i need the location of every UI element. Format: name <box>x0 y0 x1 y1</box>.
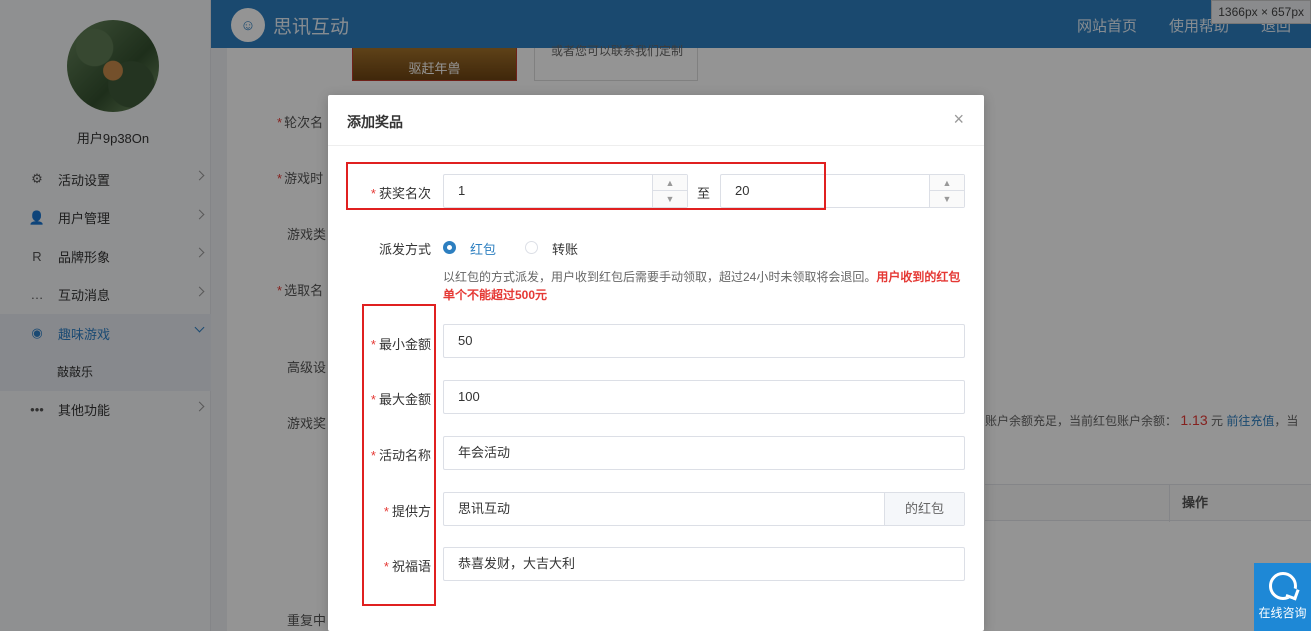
min-amount-input[interactable]: 50 <box>443 324 965 358</box>
consult-label: 在线咨询 <box>1258 606 1307 620</box>
dialog-title: 添加奖品 <box>328 95 984 146</box>
blessing-input[interactable]: 恭喜发财，大吉大利 <box>443 547 965 581</box>
highlight-rank-box <box>346 162 826 210</box>
close-icon[interactable]: × <box>953 109 964 130</box>
radio-redpacket-label[interactable]: 红包 <box>470 239 496 258</box>
provider-input[interactable]: 思讯互动 的红包 <box>443 492 965 526</box>
online-consult-button[interactable]: 在线咨询 <box>1254 563 1311 631</box>
rank-to-stepper[interactable]: ▲ ▼ <box>929 175 964 207</box>
radio-transfer-label[interactable]: 转账 <box>552 239 578 258</box>
method-hint: 以红包的方式派发，用户收到红包后需要手动领取，超过24小时未领取将会退回。用户收… <box>443 270 961 302</box>
provider-suffix: 的红包 <box>884 493 964 525</box>
activity-name-input[interactable]: 年会活动 <box>443 436 965 470</box>
method-label: 派发方式 <box>378 242 431 257</box>
max-amount-input[interactable]: 100 <box>443 380 965 414</box>
radio-redpacket[interactable] <box>443 241 456 254</box>
radio-transfer[interactable] <box>525 241 538 254</box>
highlight-labels-box <box>362 304 436 606</box>
add-prize-dialog: 添加奖品 × * 获奖名次 1 ▲ ▼ 至 20 ▲ ▼ 派发方式 红包 转账 以… <box>328 95 984 631</box>
chevron-down-icon[interactable]: ▼ <box>930 191 964 207</box>
chat-icon <box>1268 572 1297 600</box>
